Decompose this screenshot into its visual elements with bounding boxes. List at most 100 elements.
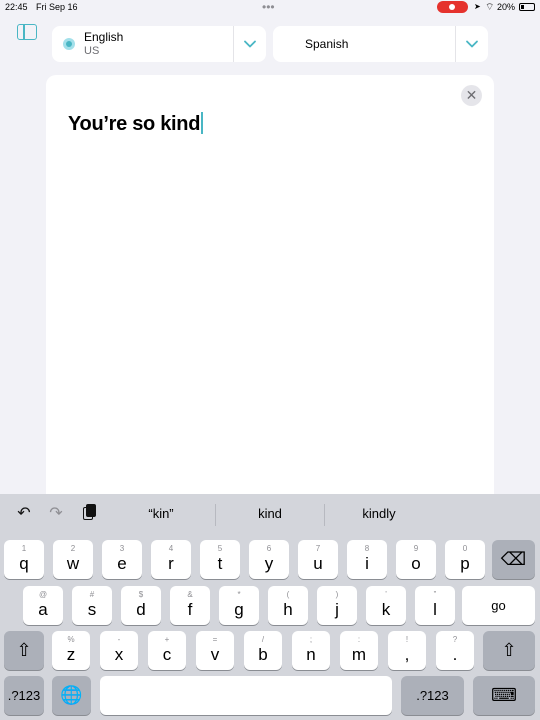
target-language-name: Spanish [305, 37, 349, 51]
suggestion-3[interactable]: kindly [325, 506, 433, 521]
delete-key[interactable]: ⌫ [492, 540, 535, 579]
shift-key-right[interactable]: ⇧ [483, 631, 535, 670]
source-selected-indicator-icon [63, 38, 75, 50]
key-hint: ’ [385, 590, 387, 599]
key-hint: ? [452, 635, 458, 644]
key-label: g [234, 600, 244, 619]
suggestion-2[interactable]: kind [216, 506, 324, 521]
multitasking-dots[interactable]: ••• [262, 0, 275, 14]
key-r[interactable]: 4r [151, 540, 191, 579]
key-label: l [433, 600, 437, 619]
source-language-name: English [84, 30, 124, 44]
key-o[interactable]: 9o [396, 540, 436, 579]
key-g[interactable]: * g [219, 586, 259, 625]
key-v[interactable]: = v [196, 631, 234, 670]
key-hint: & [187, 590, 193, 599]
key-w[interactable]: 2w [53, 540, 93, 579]
key-label: h [283, 600, 293, 619]
key-s[interactable]: # s [72, 586, 112, 625]
key-label: . [452, 645, 458, 664]
key-a[interactable]: @ a [23, 586, 63, 625]
key-d[interactable]: $ d [121, 586, 161, 625]
globe-key[interactable]: 🌐 [52, 676, 91, 715]
key-p[interactable]: 0p [445, 540, 485, 579]
undo-icon[interactable]: ↶ [14, 504, 34, 524]
key-label: i [365, 554, 369, 573]
paste-icon[interactable] [78, 504, 98, 524]
key-hint: $ [138, 590, 144, 599]
key-label: k [381, 600, 391, 619]
go-key[interactable]: go [462, 586, 535, 625]
key-h[interactable]: (h [268, 586, 308, 625]
clear-text-button[interactable]: ✕ [461, 85, 482, 106]
source-language-region: US [84, 45, 100, 57]
divider [455, 26, 456, 62]
status-bar: 22:45 Fri Sep 16 ••• ➤ ⌔ 20% [0, 0, 540, 16]
key-m[interactable]: :m [340, 631, 378, 670]
key-comma[interactable]: !, [388, 631, 426, 670]
key-period[interactable]: ?. [436, 631, 474, 670]
chevron-down-icon[interactable] [243, 37, 257, 51]
key-hint: 6 [266, 544, 272, 553]
key-hint: 4 [168, 544, 174, 553]
target-language-picker[interactable]: Spanish [273, 26, 488, 62]
key-z[interactable]: % z [52, 631, 90, 670]
key-label: m [351, 645, 367, 664]
sidebar-toggle-icon[interactable] [17, 24, 37, 40]
key-e[interactable]: 3e [102, 540, 142, 579]
key-i[interactable]: 8i [347, 540, 387, 579]
shift-icon: ⇧ [501, 640, 517, 660]
key-k[interactable]: ’ k [366, 586, 406, 625]
go-label: go [491, 598, 506, 613]
numbers-key-right[interactable]: .?123 [401, 676, 464, 715]
input-text: You’re so kind [68, 113, 201, 135]
input-text-area[interactable]: You’re so kind [68, 112, 204, 136]
key-x[interactable]: -x [100, 631, 138, 670]
key-hint: % [67, 635, 75, 644]
key-hint: 1 [21, 544, 27, 553]
numbers-label: .?123 [416, 688, 449, 703]
hide-keyboard-key[interactable]: ⌨ [473, 676, 535, 715]
redo-icon[interactable]: ↷ [46, 504, 66, 524]
key-hint: # [89, 590, 95, 599]
key-label: v [210, 645, 220, 664]
key-t[interactable]: 5t [200, 540, 240, 579]
key-label: t [217, 554, 223, 573]
key-label: d [136, 600, 146, 619]
key-hint: @ [38, 590, 48, 599]
key-label: w [66, 554, 80, 573]
translation-input-card[interactable] [46, 75, 494, 515]
key-u[interactable]: 7u [298, 540, 338, 579]
key-n[interactable]: ; n [292, 631, 330, 670]
key-f[interactable]: & f [170, 586, 210, 625]
key-hint: 5 [217, 544, 223, 553]
key-hint: ” [433, 590, 437, 599]
key-hint: * [237, 590, 241, 599]
key-y[interactable]: 6y [249, 540, 289, 579]
source-language-picker[interactable]: English US [52, 26, 266, 62]
space-key[interactable] [100, 676, 392, 715]
key-j[interactable]: ) j [317, 586, 357, 625]
key-label: j [335, 600, 339, 619]
key-label: n [306, 645, 316, 664]
screen-recording-icon[interactable] [437, 1, 468, 13]
key-l[interactable]: ” l [415, 586, 455, 625]
key-label: y [264, 554, 274, 573]
key-hint: ( [286, 590, 290, 599]
suggestion-1[interactable]: “kin” [107, 506, 215, 521]
key-label: b [258, 645, 268, 664]
key-label: f [187, 600, 193, 619]
key-q[interactable]: 1q [4, 540, 44, 579]
key-hint: 0 [462, 544, 468, 553]
key-c[interactable]: + c [148, 631, 186, 670]
battery-percent: 20% [497, 2, 516, 12]
globe-icon: 🌐 [60, 685, 83, 705]
chevron-down-icon[interactable] [465, 37, 479, 51]
status-time: 22:45 [5, 2, 28, 12]
key-label: c [162, 645, 172, 664]
shift-key-left[interactable]: ⇧ [4, 631, 44, 670]
numbers-key-left[interactable]: .?123 [4, 676, 44, 715]
keyboard-icon: ⌨ [491, 685, 517, 705]
key-b[interactable]: / b [244, 631, 282, 670]
key-hint: 8 [364, 544, 370, 553]
